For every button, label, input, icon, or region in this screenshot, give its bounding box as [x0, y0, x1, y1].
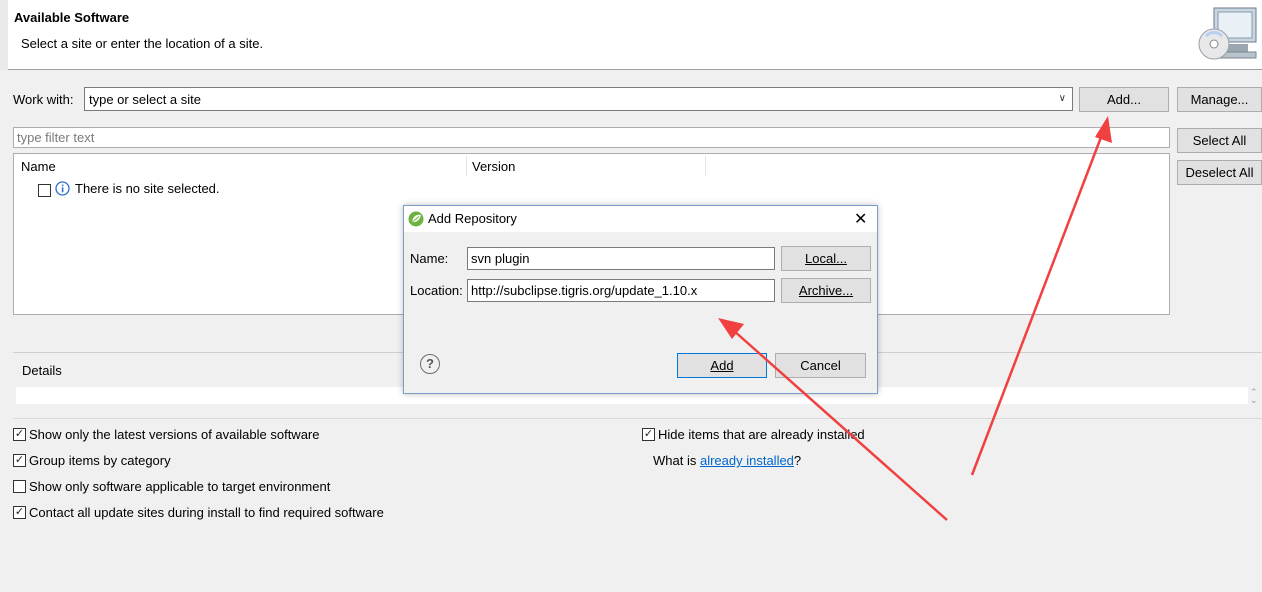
- location-label: Location:: [410, 283, 463, 298]
- chevron-down-icon[interactable]: ∨: [1059, 93, 1066, 104]
- column-divider: [705, 156, 706, 176]
- add-repository-dialog: Add Repository ✕ Name: svn plugin Local.…: [403, 205, 878, 394]
- close-icon[interactable]: ✕: [854, 209, 867, 229]
- show-applicable-label: Show only software applicable to target …: [29, 479, 331, 494]
- what-is-installed-text: What is already installed?: [653, 453, 801, 468]
- work-with-combo[interactable]: type or select a site ∨: [84, 87, 1073, 111]
- spinner-icon[interactable]: ⌃ ⌄: [1250, 388, 1258, 405]
- what-is-suffix: ?: [793, 453, 802, 468]
- work-with-value: type or select a site: [89, 91, 201, 107]
- cancel-button[interactable]: Cancel: [775, 353, 866, 378]
- contact-all-label: Contact all update sites during install …: [29, 505, 384, 520]
- work-with-label: Work with:: [13, 92, 74, 107]
- group-by-category-label: Group items by category: [29, 453, 171, 468]
- group-by-category-checkbox[interactable]: ✓: [13, 454, 26, 467]
- empty-row-message: There is no site selected.: [75, 181, 220, 196]
- manage-button[interactable]: Manage...: [1177, 87, 1262, 112]
- dialog-titlebar: Add Repository ✕: [404, 206, 877, 232]
- info-icon: [55, 181, 70, 196]
- help-icon[interactable]: ?: [420, 354, 440, 374]
- page-description: Select a site or enter the location of a…: [21, 36, 264, 51]
- page-header: Available Software Select a site or ente…: [0, 0, 1262, 70]
- local-button[interactable]: Local...: [781, 246, 871, 271]
- page-title: Available Software: [14, 10, 130, 25]
- select-all-button[interactable]: Select All: [1177, 128, 1262, 153]
- install-software-icon: [1198, 7, 1257, 60]
- deselect-all-button[interactable]: Deselect All: [1177, 160, 1262, 185]
- column-header-version[interactable]: Version: [465, 154, 705, 178]
- name-label: Name:: [410, 251, 449, 266]
- show-latest-label: Show only the latest versions of availab…: [29, 427, 320, 442]
- location-input[interactable]: http://subclipse.tigris.org/update_1.10.…: [467, 279, 775, 302]
- dialog-title: Add Repository: [428, 211, 517, 226]
- column-header-name[interactable]: Name: [14, 154, 466, 178]
- show-latest-checkbox[interactable]: ✓: [13, 428, 26, 441]
- contact-all-checkbox[interactable]: ✓: [13, 506, 26, 519]
- details-label: Details: [22, 363, 62, 378]
- what-is-prefix: What is: [653, 453, 700, 468]
- header-stripe: [0, 0, 8, 70]
- archive-button[interactable]: Archive...: [781, 278, 871, 303]
- hide-installed-checkbox[interactable]: ✓: [642, 428, 655, 441]
- add-site-button[interactable]: Add...: [1079, 87, 1169, 112]
- row-checkbox[interactable]: [38, 184, 51, 197]
- filter-input[interactable]: type filter text: [13, 127, 1170, 148]
- show-applicable-checkbox[interactable]: [13, 480, 26, 493]
- hide-installed-label: Hide items that are already installed: [658, 427, 865, 442]
- already-installed-link[interactable]: already installed: [700, 453, 794, 468]
- details-bottom-divider: [13, 418, 1262, 419]
- name-input[interactable]: svn plugin: [467, 247, 775, 270]
- spring-leaf-icon: [408, 211, 424, 227]
- add-button[interactable]: Add: [677, 353, 767, 378]
